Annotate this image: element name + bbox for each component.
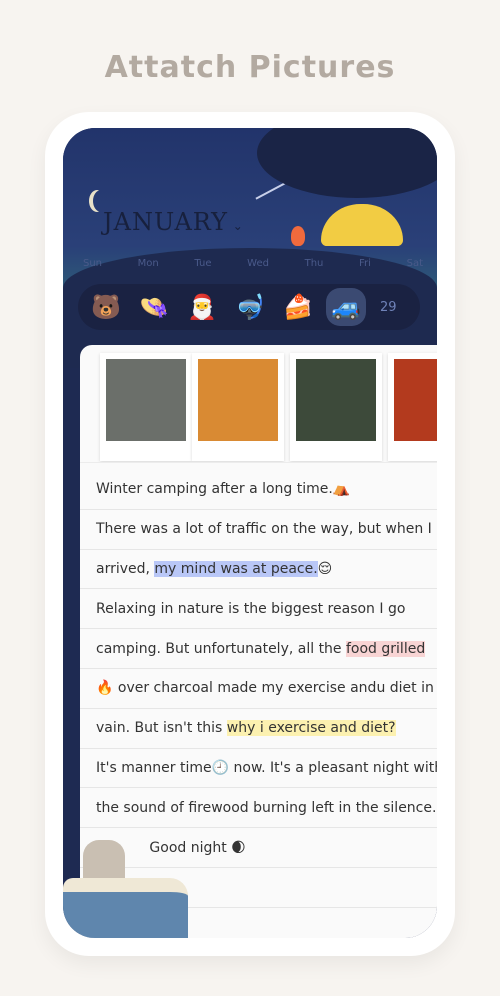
weekday-label: Sun bbox=[83, 258, 103, 269]
diary-line: Relaxing in nature is the biggest reason… bbox=[80, 589, 437, 630]
photo-string-lights[interactable] bbox=[290, 353, 382, 461]
sticker-car[interactable]: 🚙 bbox=[326, 288, 366, 326]
selected-date: 29 bbox=[380, 299, 397, 315]
diary-line: arrived, my mind was at peace. 😌 bbox=[80, 550, 437, 590]
weekday-label: Tue bbox=[194, 258, 212, 269]
diary-line: camping. But unfortunately, all the food… bbox=[80, 629, 437, 669]
text-segment: Winter camping after a long time.⛺ bbox=[96, 481, 351, 498]
photo-tent-lake[interactable] bbox=[192, 353, 284, 461]
photo-mug-campfire[interactable] bbox=[100, 353, 192, 461]
month-selector[interactable]: JANUARY ⌄ bbox=[103, 208, 244, 236]
weekday-label: Wed bbox=[247, 258, 269, 269]
van-illustration bbox=[63, 878, 188, 938]
diary-line: vain. But isn't this why i exercise and … bbox=[80, 709, 437, 749]
sticker-cake[interactable]: 🍰 bbox=[278, 288, 318, 326]
text-segment: camping. But unfortunately, all the bbox=[96, 640, 346, 657]
text-segment: the sound of firewood burning left in th… bbox=[96, 799, 437, 816]
page-title: Attatch Pictures bbox=[104, 50, 396, 85]
sticker-snorkel[interactable]: 🤿 bbox=[230, 288, 270, 326]
diary-line: There was a lot of traffic on the way, b… bbox=[80, 510, 437, 550]
photo-image bbox=[198, 359, 278, 441]
text-segment: arrived, bbox=[96, 560, 155, 577]
text-segment: 😌 bbox=[317, 560, 333, 577]
text-segment: 🔥 over charcoal made my exercise andu di… bbox=[96, 680, 434, 697]
diary-paper: Winter camping after a long time.⛺ There … bbox=[80, 345, 437, 938]
diary-line: Winter camping after a long time.⛺ bbox=[80, 470, 437, 510]
highlighted-text: food grilled bbox=[346, 640, 426, 657]
diary-line: It's manner time🕘 now. It's a pleasant n… bbox=[80, 749, 437, 789]
campfire-illustration bbox=[291, 226, 305, 246]
diary-line: the sound of firewood burning left in th… bbox=[80, 788, 437, 829]
weekday-label: Fri bbox=[359, 258, 371, 269]
diary-line: 🔥 over charcoal made my exercise andu di… bbox=[80, 669, 437, 709]
highlighted-text: my mind was at peace. bbox=[154, 560, 318, 577]
photo-image bbox=[106, 359, 186, 441]
sticker-bar: 🐻 👒 🎅 🤿 🍰 🚙 29 bbox=[78, 284, 420, 330]
photo-charcoal-grill[interactable] bbox=[388, 353, 437, 461]
weekday-label: Sat bbox=[406, 258, 423, 269]
chevron-down-icon: ⌄ bbox=[227, 219, 244, 233]
weekday-row: Sun Mon Tue Wed Thu Fri Sat bbox=[83, 258, 423, 269]
highlighted-text: why i exercise and diet? bbox=[226, 720, 396, 737]
text-segment: vain. But isn't this bbox=[96, 720, 227, 737]
photo-image bbox=[296, 359, 376, 441]
sticker-santa[interactable]: 🎅 bbox=[182, 288, 222, 326]
photo-strip[interactable] bbox=[80, 345, 437, 463]
weekday-label: Mon bbox=[137, 258, 159, 269]
sticker-straw-hat-face[interactable]: 👒 bbox=[134, 288, 174, 326]
app-screen: JANUARY ⌄ Sun Mon Tue Wed Thu Fri Sat 🐻 👒 🎅 🤿 🍰 🚙 29… bbox=[63, 128, 437, 938]
text-segment: It's manner time🕘 now. It's a pleasant n… bbox=[96, 759, 437, 776]
sticker-bear-face[interactable]: 🐻 bbox=[86, 288, 126, 326]
weekday-label: Thu bbox=[304, 258, 324, 269]
photo-image bbox=[394, 359, 437, 441]
text-segment: Relaxing in nature is the biggest reason… bbox=[96, 600, 406, 617]
diary-text[interactable]: Winter camping after a long time.⛺ There … bbox=[80, 470, 437, 938]
text-segment: There was a lot of traffic on the way, b… bbox=[96, 521, 432, 538]
diary-line: Good night 🌒 bbox=[80, 828, 437, 868]
